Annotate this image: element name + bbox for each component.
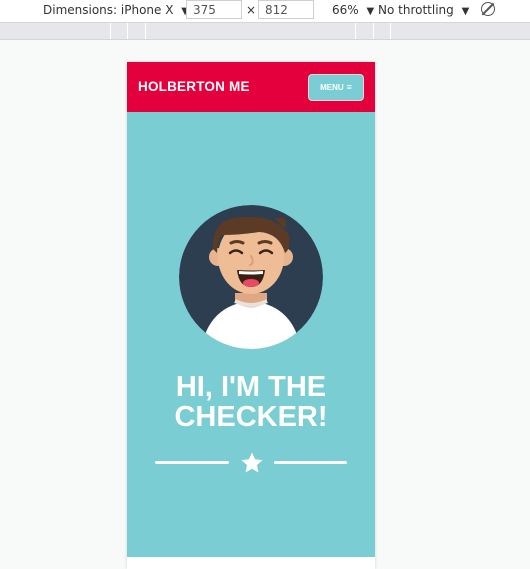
devtools-toolbar: Dimensions: iPhone X ▼ 375 × 812 66% ▼ N… <box>0 0 530 23</box>
dimensions-label: Dimensions: iPhone X <box>43 3 174 17</box>
zoom-value: 66% <box>332 3 359 17</box>
menu-button[interactable]: MENU ≡ <box>308 74 364 101</box>
height-input[interactable]: 812 <box>258 0 314 19</box>
divider-line <box>155 461 229 464</box>
hero-title: HI, I'M THE CHECKER! <box>127 372 375 432</box>
zoom-select[interactable]: 66% ▼ <box>332 3 374 17</box>
ruler-divider <box>373 23 374 39</box>
chevron-down-icon: ▼ <box>461 6 470 17</box>
device-dimensions-select[interactable]: Dimensions: iPhone X ▼ <box>43 3 189 17</box>
device-viewport: HOLBERTON ME MENU ≡ HI, I'M THE CHECKER! <box>127 62 375 569</box>
site-header: HOLBERTON ME MENU ≡ <box>127 62 375 112</box>
rotate-icon[interactable] <box>481 2 495 16</box>
hero-title-line: CHECKER! <box>174 401 328 433</box>
times-sign: × <box>246 3 257 17</box>
menu-label: MENU <box>320 83 344 92</box>
media-query-ruler <box>0 23 530 40</box>
ruler-divider <box>145 23 146 39</box>
avatar-icon <box>179 205 323 349</box>
ruler-divider <box>355 23 356 39</box>
page-below-hero <box>127 557 375 569</box>
site-logo[interactable]: HOLBERTON ME <box>138 79 250 94</box>
star-icon <box>241 452 263 473</box>
divider-line <box>274 461 347 464</box>
ruler-divider <box>390 23 391 39</box>
width-input[interactable]: 375 <box>186 0 242 19</box>
ruler-divider <box>110 23 111 39</box>
throttling-select[interactable]: No throttling ▼ <box>378 3 469 17</box>
throttling-value: No throttling <box>378 3 454 17</box>
ruler-divider <box>127 23 128 39</box>
chevron-down-icon: ▼ <box>366 6 375 17</box>
hamburger-icon: ≡ <box>346 82 352 92</box>
hero-title-line: HI, I'M THE <box>175 371 327 403</box>
